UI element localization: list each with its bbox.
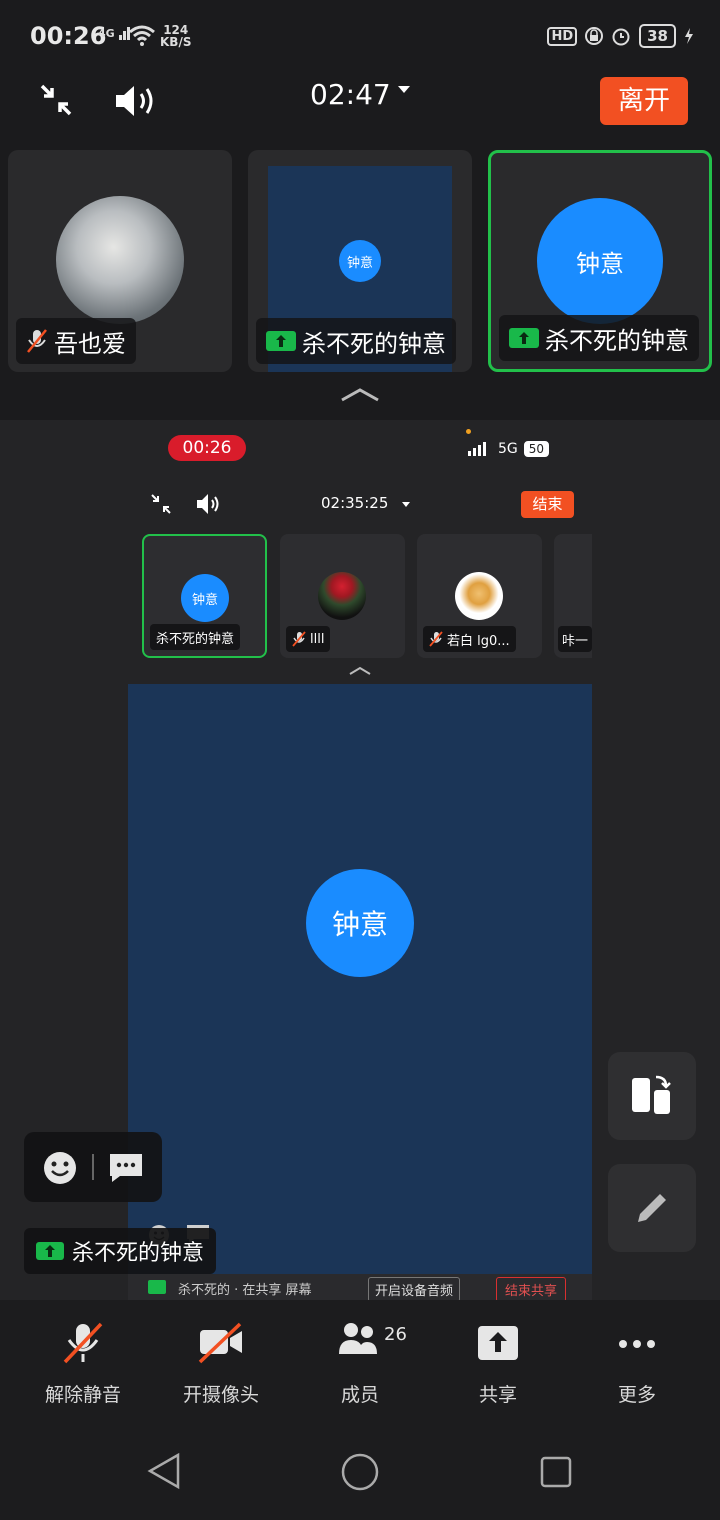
inner-sharing-text: 杀不死的 · 在共享 屏幕 bbox=[178, 1283, 312, 1298]
participant-thumb-active[interactable]: 钟意 杀不死的钟意 bbox=[488, 150, 712, 372]
leave-button[interactable]: 离开 bbox=[600, 77, 688, 125]
share-icon bbox=[148, 1280, 166, 1294]
camera-label[interactable]: 开摄像头 bbox=[161, 1380, 281, 1407]
avatar bbox=[318, 572, 366, 620]
more-label[interactable]: 更多 bbox=[577, 1380, 697, 1407]
camera-off-icon bbox=[198, 1322, 242, 1364]
pencil-icon bbox=[638, 1194, 666, 1222]
members-label[interactable]: 成员 bbox=[300, 1380, 420, 1407]
participant-name: 杀不死的钟意 bbox=[302, 329, 446, 358]
emoji-icon[interactable] bbox=[42, 1150, 78, 1186]
home-icon[interactable] bbox=[340, 1452, 380, 1492]
speaker-icon[interactable] bbox=[114, 82, 158, 120]
unmute-label[interactable]: 解除静音 bbox=[23, 1380, 143, 1407]
inner-duration: 02:35:25 bbox=[321, 494, 389, 512]
participant-name: 杀不死的钟意 bbox=[156, 631, 235, 647]
inner-status-time: 00:26 bbox=[168, 435, 246, 461]
thumb-label: 若白 lg0... bbox=[423, 626, 516, 652]
avatar: 钟意 bbox=[181, 574, 229, 622]
share-screen-icon bbox=[478, 1326, 518, 1360]
share-label[interactable]: 共享 bbox=[438, 1380, 558, 1407]
members-count: 26 bbox=[384, 1324, 407, 1345]
network-speed: 124 KB/S bbox=[160, 24, 191, 48]
inner-end-share-button: 结束共享 bbox=[496, 1277, 567, 1300]
lock-icon bbox=[585, 27, 604, 45]
main-avatar: 钟意 bbox=[306, 869, 414, 977]
reactions-bar bbox=[24, 1132, 162, 1202]
inner-status-right: 5G 50 bbox=[468, 441, 550, 457]
participant-name: 若白 lg0... bbox=[447, 633, 510, 649]
back-icon[interactable] bbox=[146, 1452, 182, 1490]
rotate-screen-icon bbox=[632, 1075, 671, 1114]
camera-button[interactable] bbox=[161, 1320, 281, 1368]
share-icon bbox=[36, 1242, 64, 1260]
inner-participant-thumb: 钟意 杀不死的钟意 bbox=[142, 534, 267, 658]
rotate-screen-button[interactable] bbox=[608, 1052, 696, 1140]
mic-muted-icon bbox=[63, 1322, 103, 1364]
more-button[interactable] bbox=[577, 1320, 697, 1368]
minimize-icon bbox=[151, 494, 171, 514]
thumb-label: 杀不死的钟意 bbox=[499, 315, 699, 361]
more-icon bbox=[619, 1340, 655, 1348]
charging-icon bbox=[685, 28, 693, 44]
presenter-tag: 杀不死的钟意 bbox=[24, 1228, 217, 1274]
thumb-label: llll bbox=[286, 626, 331, 652]
inner-bottom-strip: 杀不死的 · 在共享 屏幕 开启设备音频 结束共享 bbox=[128, 1274, 592, 1300]
share-button[interactable] bbox=[438, 1320, 558, 1368]
participant-thumb[interactable]: 吾也爱 bbox=[8, 150, 232, 372]
thumb-label: 吾也爱 bbox=[16, 318, 136, 364]
inner-audio-button: 开启设备音频 bbox=[368, 1277, 461, 1300]
mic-muted-icon bbox=[429, 631, 443, 647]
participant-name: 杀不死的钟意 bbox=[545, 326, 689, 355]
avatar bbox=[56, 196, 184, 324]
chevron-down-icon bbox=[402, 502, 410, 507]
inner-end-button: 结束 bbox=[521, 491, 574, 518]
shared-content bbox=[128, 684, 592, 1274]
chevron-up-icon[interactable] bbox=[340, 386, 380, 404]
status-right: HD 38 bbox=[547, 24, 694, 48]
divider bbox=[92, 1154, 94, 1180]
participant-name: llll bbox=[310, 631, 325, 647]
network-type-label: 4G bbox=[98, 27, 115, 40]
chevron-down-icon[interactable] bbox=[398, 86, 410, 93]
chat-icon[interactable] bbox=[108, 1152, 144, 1184]
unmute-button[interactable] bbox=[23, 1320, 143, 1368]
inner-participant-thumb: 若白 lg0... bbox=[417, 534, 542, 658]
share-icon bbox=[266, 331, 296, 351]
annotate-button[interactable] bbox=[608, 1164, 696, 1252]
wifi-icon bbox=[129, 25, 155, 46]
alarm-icon bbox=[612, 28, 630, 46]
thumb-label: 杀不死的钟意 bbox=[150, 624, 241, 650]
presenter-name: 杀不死的钟意 bbox=[72, 1241, 205, 1266]
participant-name: 吾也爱 bbox=[54, 329, 126, 358]
members-icon bbox=[339, 1323, 377, 1354]
thumb-label: 咔一 bbox=[558, 626, 592, 652]
signal-bars-icon bbox=[468, 442, 486, 456]
inner-dot bbox=[466, 429, 471, 434]
share-icon bbox=[509, 328, 539, 348]
avatar: 钟意 bbox=[537, 198, 663, 324]
mic-muted-icon bbox=[292, 631, 306, 647]
mic-muted-icon bbox=[27, 329, 47, 353]
speaker-icon bbox=[197, 494, 219, 514]
thumb-label: 杀不死的钟意 bbox=[256, 318, 456, 364]
recents-icon[interactable] bbox=[539, 1455, 573, 1489]
avatar: 钟意 bbox=[339, 240, 381, 282]
participant-name: 咔一 bbox=[562, 633, 589, 649]
minimize-icon[interactable] bbox=[38, 82, 74, 118]
speed-unit: KB/S bbox=[160, 35, 192, 49]
chevron-up-icon bbox=[349, 666, 371, 675]
battery-level: 38 bbox=[639, 24, 676, 48]
status-time: 00:26 bbox=[30, 22, 107, 50]
meeting-duration[interactable]: 02:47 bbox=[310, 78, 391, 111]
inner-battery: 50 bbox=[523, 441, 550, 457]
avatar bbox=[455, 572, 503, 620]
participant-thumb[interactable]: 钟意 杀不死的钟意 bbox=[248, 150, 472, 372]
inner-network: 5G bbox=[498, 441, 518, 457]
inner-participant-thumb: 咔一 bbox=[554, 534, 592, 658]
inner-participant-thumb: llll bbox=[280, 534, 405, 658]
hd-indicator: HD bbox=[547, 26, 578, 46]
